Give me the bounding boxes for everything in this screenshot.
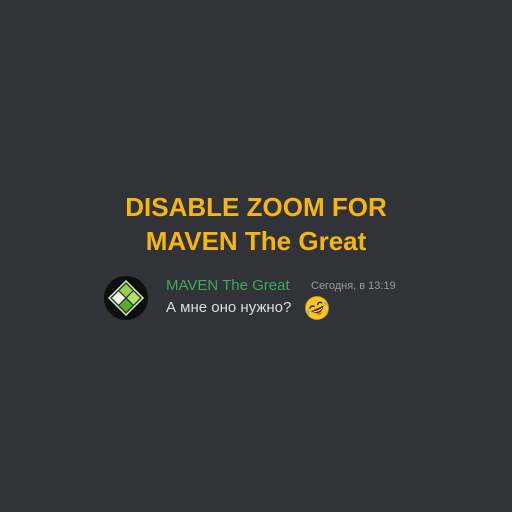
author-name[interactable]: MAVEN The Great	[166, 277, 290, 294]
headline-line-1: DISABLE ZOOM FOR	[125, 192, 387, 222]
chat-message: MAVEN The Great Сегодня, в 13:19 А мне о…	[104, 275, 504, 325]
message-timestamp: Сегодня, в 13:19	[311, 280, 396, 292]
headline: DISABLE ZOOM FOR MAVEN The Great	[0, 190, 512, 258]
rolling-laughing-emoji-icon	[304, 295, 330, 321]
message-text: А мне оно нужно?	[166, 299, 292, 316]
avatar-logo-icon	[104, 276, 148, 320]
headline-line-2: MAVEN The Great	[145, 226, 367, 256]
avatar[interactable]	[104, 276, 148, 320]
